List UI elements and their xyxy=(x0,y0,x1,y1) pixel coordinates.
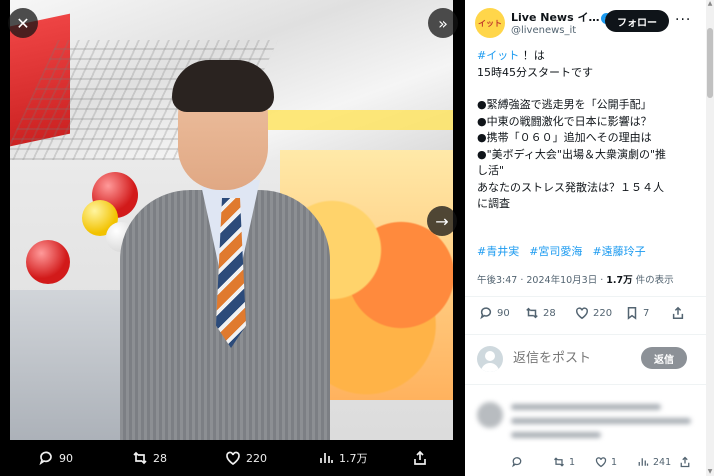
reply-share-button[interactable] xyxy=(679,456,691,468)
media-viewer: ✕ » → 90 28 220 1.7万 xyxy=(0,0,465,476)
reply-button[interactable]: 90 xyxy=(479,306,510,320)
media-views-count: 1.7万 xyxy=(339,452,368,465)
media-reply-button[interactable]: 90 xyxy=(38,450,73,466)
reply-icon xyxy=(512,457,522,468)
media-like-count: 220 xyxy=(246,451,267,465)
expand-panel-icon[interactable]: » xyxy=(428,8,458,38)
tweet-line: ●携帯「０６０」追加へその理由は xyxy=(477,131,652,144)
reply-count: 90 xyxy=(497,307,510,319)
divider xyxy=(465,296,714,297)
media-reply-count: 90 xyxy=(59,451,73,465)
bookmark-count: 7 xyxy=(643,307,650,319)
divider xyxy=(465,384,714,385)
reply-like-button[interactable]: 1 xyxy=(595,456,617,468)
media-share-button[interactable] xyxy=(412,450,428,466)
author-display-name[interactable]: Live News イ…✓ xyxy=(511,9,613,25)
scroll-down-icon[interactable]: ▼ xyxy=(706,468,714,476)
media-retweet-button[interactable]: 28 xyxy=(132,450,167,466)
tweet-line: ●"美ボディ大会"出場＆大衆演劇の"推 xyxy=(477,147,667,161)
hashtag-link[interactable]: #遠藤玲子 xyxy=(592,243,645,259)
author-name-text: Live News イ… xyxy=(511,11,600,24)
hashtag-link[interactable]: #宮司愛海 xyxy=(529,243,582,259)
hashtag-link[interactable]: #イット xyxy=(477,49,519,62)
user-avatar xyxy=(477,346,503,372)
views-chart-icon xyxy=(638,458,649,466)
tweet-line: に調査 xyxy=(477,197,510,210)
media-retweet-count: 28 xyxy=(153,451,167,465)
scroll-thumb[interactable] xyxy=(707,28,713,98)
scrollbar[interactable]: ▲ ▼ xyxy=(706,0,714,476)
heart-icon xyxy=(226,451,240,466)
share-icon xyxy=(680,456,690,468)
reply-icon xyxy=(39,451,52,466)
reply-views-button[interactable]: 241 xyxy=(637,456,671,468)
tweet-line: し活" xyxy=(477,164,505,177)
retweet-icon xyxy=(133,451,147,465)
hashtag-link[interactable]: #青井実 xyxy=(477,243,519,259)
anchor-figure xyxy=(120,60,330,440)
news-anchor-photo[interactable] xyxy=(10,0,453,440)
retweet-icon xyxy=(526,307,538,319)
bookmark-icon xyxy=(627,307,637,320)
close-icon[interactable]: ✕ xyxy=(8,8,38,38)
media-action-bar: 90 28 220 1.7万 xyxy=(0,440,465,476)
author-avatar[interactable]: イット xyxy=(475,8,505,38)
scroll-up-icon[interactable]: ▲ xyxy=(706,0,714,8)
follow-button[interactable]: フォロー xyxy=(605,10,669,32)
blurred-reply xyxy=(475,398,705,448)
reply-icon xyxy=(480,307,492,320)
tweet-timestamp: 午後3:47 · 2024年10月3日 · 1.7万 件の表示 xyxy=(477,275,674,286)
views-chart-icon xyxy=(320,453,333,463)
like-count: 220 xyxy=(593,307,613,319)
reply-retweet-button[interactable]: 1 xyxy=(553,456,575,468)
tweet-line: ●緊縛強盗で逃走男を「公開手配」 xyxy=(477,98,652,111)
bookmark-button[interactable]: 7 xyxy=(625,306,649,320)
media-like-button[interactable]: 220 xyxy=(225,450,267,466)
reply-submit-button[interactable]: 返信 xyxy=(641,347,687,369)
tweet-line: あなたのストレス発散法は？１５４人 xyxy=(477,180,664,194)
more-options-icon[interactable]: ··· xyxy=(675,12,691,28)
retweet-count: 28 xyxy=(543,307,556,319)
heart-icon xyxy=(576,307,588,320)
hashtag-list: #青井実 #宮司愛海 #遠藤玲子 xyxy=(477,243,646,259)
tweet-side-panel: イット Live News イ…✓ @livenews_it フォロー ··· … xyxy=(465,0,714,476)
views-count: 1.7万 xyxy=(606,275,633,286)
media-views-button[interactable]: 1.7万 xyxy=(318,450,368,466)
next-image-icon[interactable]: → xyxy=(427,206,457,236)
tweet-body: #イット ！は 15時45分スタートです ●緊縛強盗で逃走男を「公開手配」 ●中… xyxy=(477,48,699,213)
heart-icon xyxy=(595,457,607,468)
tweet-line: ●中東の戦闘激化で日本に影響は？ xyxy=(477,114,652,128)
author-handle[interactable]: @livenews_it xyxy=(511,25,576,36)
divider xyxy=(465,334,714,335)
share-icon xyxy=(672,306,684,319)
reply-input[interactable] xyxy=(513,350,633,365)
share-button[interactable] xyxy=(671,306,685,320)
reply-reply-button[interactable] xyxy=(511,456,523,468)
retweet-button[interactable]: 28 xyxy=(525,306,556,320)
post-time[interactable]: 午後3:47 · 2024年10月3日 · xyxy=(477,275,606,286)
tweet-action-bar: 90 28 220 7 xyxy=(465,306,714,326)
share-icon xyxy=(414,450,426,465)
like-button[interactable]: 220 xyxy=(575,306,612,320)
retweet-icon xyxy=(554,457,564,467)
